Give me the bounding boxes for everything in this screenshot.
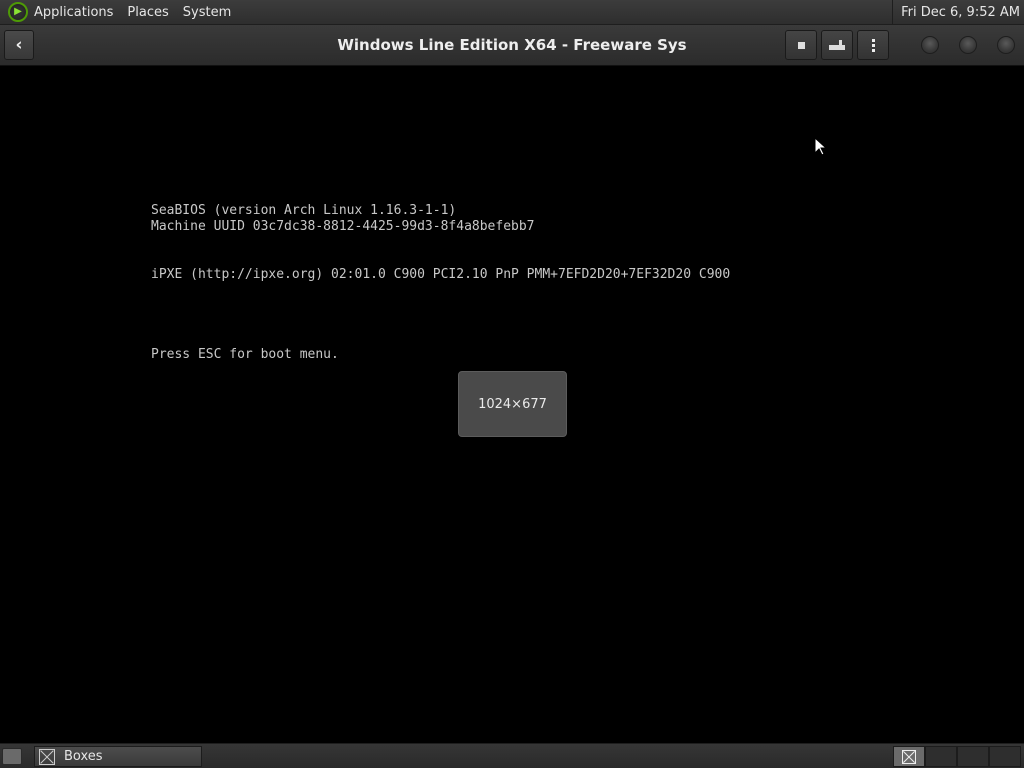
workspace-2[interactable] (925, 746, 957, 767)
boxes-app-icon (39, 748, 55, 765)
resolution-overlay: 1024×677 (458, 371, 567, 437)
workspace-window-icon (902, 749, 916, 764)
bios-line-ipxe: iPXE (http://ipxe.org) 02:01.0 C900 PCI2… (151, 267, 731, 282)
taskbar-item-label: Boxes (64, 749, 103, 764)
menu-places[interactable]: Places (120, 5, 175, 20)
maximize-button[interactable] (959, 36, 977, 54)
menu-icon (871, 38, 875, 52)
bios-line-uuid: Machine UUID 03c7dc38-8812-4425-99d3-8f4… (151, 219, 535, 234)
stop-icon (797, 41, 805, 49)
workspace-3[interactable] (957, 746, 989, 767)
menu-system[interactable]: System (176, 5, 238, 20)
vm-display[interactable]: SeaBIOS (version Arch Linux 1.16.3-1-1) … (0, 66, 1024, 743)
keyboard-icon (829, 40, 845, 50)
send-keys-button[interactable] (821, 30, 853, 60)
close-button[interactable] (997, 36, 1015, 54)
show-desktop-icon[interactable] (2, 748, 22, 765)
stop-button[interactable] (785, 30, 817, 60)
main-menu-icon[interactable]: ▶ (8, 2, 28, 22)
taskbar-item-boxes[interactable]: Boxes (34, 746, 202, 767)
workspace-1[interactable] (893, 746, 925, 767)
bottom-panel: Boxes (0, 743, 1024, 768)
workspace-4[interactable] (989, 746, 1021, 767)
mouse-cursor-icon (814, 137, 826, 156)
menu-button[interactable] (857, 30, 889, 60)
minimize-button[interactable] (921, 36, 939, 54)
top-panel: ▶ Applications Places System Fri Dec 6, … (0, 0, 1024, 25)
bios-line-version: SeaBIOS (version Arch Linux 1.16.3-1-1) (151, 203, 457, 218)
header-bar: Windows Line Edition X64 - Freeware Sys … (0, 25, 1024, 66)
clock[interactable]: Fri Dec 6, 9:52 AM (892, 0, 1020, 25)
back-arrow-icon: ‹ (15, 35, 23, 55)
back-button[interactable]: ‹ (4, 30, 34, 60)
bios-line-esc: Press ESC for boot menu. (151, 347, 339, 362)
menu-applications[interactable]: Applications (34, 5, 120, 20)
